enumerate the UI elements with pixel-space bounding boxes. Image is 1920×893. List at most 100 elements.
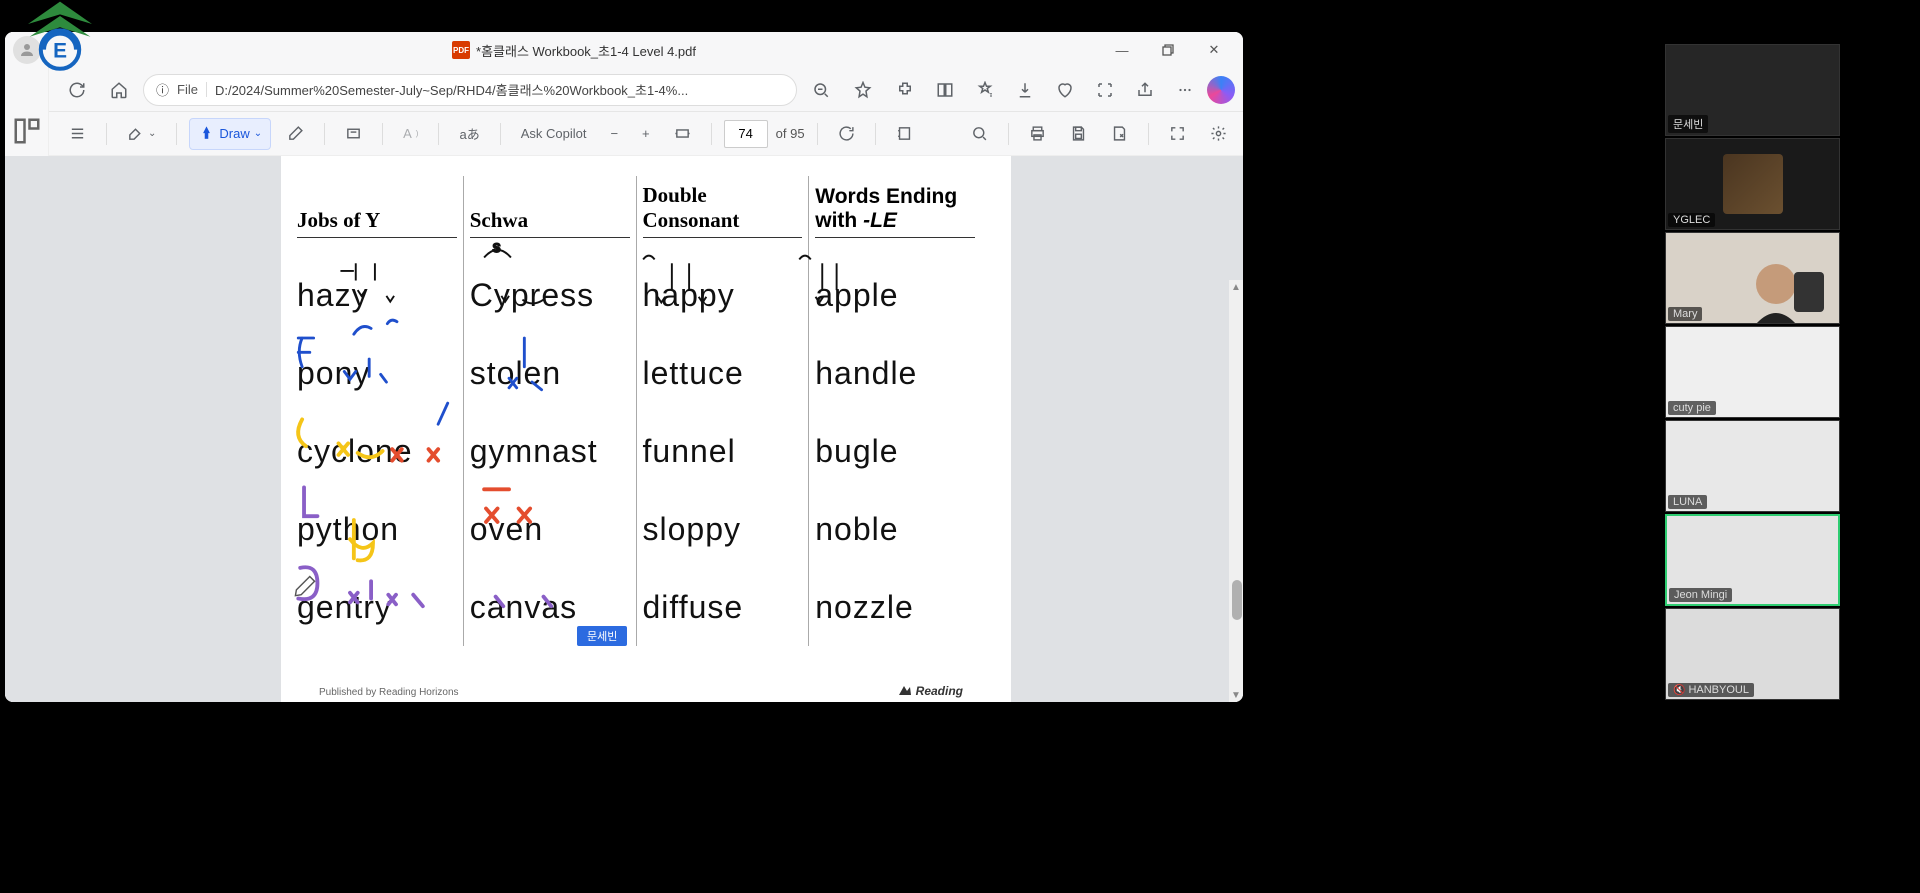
word-cell: hazy	[297, 256, 457, 334]
share-icon[interactable]	[1127, 73, 1163, 107]
svg-text:E: E	[53, 40, 67, 63]
zoom-participant-tile[interactable]: 문세빈	[1665, 44, 1840, 136]
print-button[interactable]	[1021, 118, 1054, 150]
word-cell: diffuse	[643, 568, 803, 646]
ask-copilot-button[interactable]: Ask Copilot	[513, 118, 595, 150]
word-cell: gymnast	[470, 412, 630, 490]
word-cell: pony	[297, 334, 457, 412]
zoom-participant-tile[interactable]: cuty pie	[1665, 326, 1840, 418]
zoom-participant-tile[interactable]: Jeon Mingi	[1665, 514, 1840, 606]
scroll-down-arrow[interactable]: ▼	[1231, 690, 1241, 700]
minimize-button[interactable]: —	[1101, 35, 1143, 65]
brand-footer: Reading	[898, 684, 963, 698]
zoom-icon[interactable]	[803, 73, 839, 107]
participant-name: 문세빈	[1668, 115, 1708, 133]
health-icon[interactable]	[1047, 73, 1083, 107]
textbox-tool[interactable]	[337, 118, 370, 150]
fit-width-button[interactable]	[666, 118, 699, 150]
extensions-icon[interactable]	[887, 73, 923, 107]
host-logo: E	[20, 0, 100, 80]
favorites-bar-icon[interactable]	[967, 73, 1003, 107]
address-bar-row: ⓘ File D:/2024/Summer%20Semester-July~Se…	[5, 68, 1243, 112]
workbook-column: Schwa Cypress stolen gymnast oven canvas	[463, 176, 636, 646]
participant-name: Mary	[1668, 307, 1702, 321]
annotation-author-tag: 문세빈	[577, 626, 627, 646]
zoom-participant-tile[interactable]: YGLEC	[1665, 138, 1840, 230]
word-cell: funnel	[643, 412, 803, 490]
scroll-thumb[interactable]	[1232, 580, 1242, 620]
word-cell: bugle	[815, 412, 975, 490]
scroll-up-arrow[interactable]: ▲	[1231, 282, 1241, 292]
more-menu-icon[interactable]	[1167, 73, 1203, 107]
word-cell: lettuce	[643, 334, 803, 412]
edge-browser-window: PDF ▶ + PDF *홈클래스 Workbook_초1-4 Level 4.…	[5, 32, 1243, 702]
participant-name: 🔇 HANBYOUL	[1668, 683, 1754, 697]
pdf-page: Jobs of Y hazy pony cyclone python gentr…	[281, 156, 1011, 702]
zoom-in-button[interactable]: +	[634, 118, 658, 150]
split-screen-icon[interactable]	[927, 73, 963, 107]
url-path: D:/2024/Summer%20Semester-July~Sep/RHD4/…	[215, 80, 688, 99]
word-cell: gentry	[297, 568, 457, 646]
participant-name: YGLEC	[1668, 213, 1715, 227]
participant-name: LUNA	[1668, 495, 1707, 509]
address-field[interactable]: ⓘ File D:/2024/Summer%20Semester-July~Se…	[143, 74, 797, 106]
publisher-footer: Published by Reading Horizons	[319, 687, 459, 698]
pdf-content-viewport[interactable]: Jobs of Y hazy pony cyclone python gentr…	[5, 156, 1243, 702]
info-icon: ⓘ	[156, 80, 169, 99]
pdf-toolbar: ⌄ Draw ⌄ A) aあ Ask Copilot − + of 95	[5, 112, 1243, 156]
column-header: Words Ending with -LE	[815, 176, 975, 238]
zoom-participant-tile[interactable]: 🔇 HANBYOUL	[1665, 608, 1840, 700]
zoom-out-button[interactable]: −	[602, 118, 626, 150]
mute-icon: 🔇	[1673, 685, 1685, 696]
window-title-bar: PDF *홈클래스 Workbook_초1-4 Level 4.pdf — ✕	[5, 32, 1243, 68]
word-cell: Cypress	[470, 256, 630, 334]
downloads-icon[interactable]	[1007, 73, 1043, 107]
close-button[interactable]: ✕	[1193, 35, 1235, 65]
pdf-icon: PDF	[452, 41, 470, 59]
vertical-scrollbar[interactable]: ▲ ▼	[1229, 280, 1243, 702]
copilot-button[interactable]	[1207, 76, 1235, 104]
page-total-label: of 95	[776, 126, 805, 141]
word-cell: oven	[470, 490, 630, 568]
workbook-column: Words Ending with -LE apple handle bugle…	[808, 176, 981, 646]
participant-name: Jeon Mingi	[1669, 588, 1732, 602]
erase-tool[interactable]	[279, 118, 312, 150]
zoom-participant-tile[interactable]: LUNA	[1665, 420, 1840, 512]
maximize-button[interactable]	[1147, 35, 1189, 65]
column-header: Double Consonant	[643, 176, 803, 238]
word-cell: cyclone	[297, 412, 457, 490]
word-cell: nozzle	[815, 568, 975, 646]
column-header: Jobs of Y	[297, 176, 457, 238]
page-view-button[interactable]	[888, 118, 921, 150]
settings-button[interactable]	[1202, 118, 1235, 150]
page-number-input[interactable]	[724, 120, 768, 148]
word-cell: stolen	[470, 334, 630, 412]
favorite-icon[interactable]	[845, 73, 881, 107]
contents-icon[interactable]	[61, 118, 94, 150]
home-button[interactable]	[101, 73, 137, 107]
save-as-button[interactable]	[1103, 118, 1136, 150]
tab-manager-icon[interactable]	[12, 116, 42, 146]
word-cell: happy	[643, 256, 803, 334]
participant-name: cuty pie	[1668, 401, 1716, 415]
zoom-participant-strip: 문세빈 YGLEC Mary cuty pie LUNA Jeon Mingi …	[1665, 44, 1840, 700]
translate-tool[interactable]: aあ	[451, 118, 487, 150]
word-cell: noble	[815, 490, 975, 568]
zoom-participant-tile[interactable]: Mary	[1665, 232, 1840, 324]
highlight-tool[interactable]: ⌄	[119, 118, 164, 150]
word-cell: handle	[815, 334, 975, 412]
url-scheme-label: File	[177, 82, 207, 97]
column-header: Schwa	[470, 176, 630, 238]
rotate-button[interactable]	[830, 118, 863, 150]
save-button[interactable]	[1062, 118, 1095, 150]
draw-tool-button[interactable]: Draw ⌄	[189, 118, 271, 150]
word-cell: python	[297, 490, 457, 568]
fullscreen-button[interactable]	[1161, 118, 1194, 150]
screenshot-icon[interactable]	[1087, 73, 1123, 107]
find-button[interactable]	[963, 118, 996, 150]
text-style-tool[interactable]: A)	[395, 118, 426, 150]
workbook-column: Jobs of Y hazy pony cyclone python gentr…	[291, 176, 463, 646]
word-cell: apple	[815, 256, 975, 334]
workbook-column: Double Consonant happy lettuce funnel sl…	[636, 176, 809, 646]
window-title: PDF *홈클래스 Workbook_초1-4 Level 4.pdf	[47, 41, 1101, 60]
